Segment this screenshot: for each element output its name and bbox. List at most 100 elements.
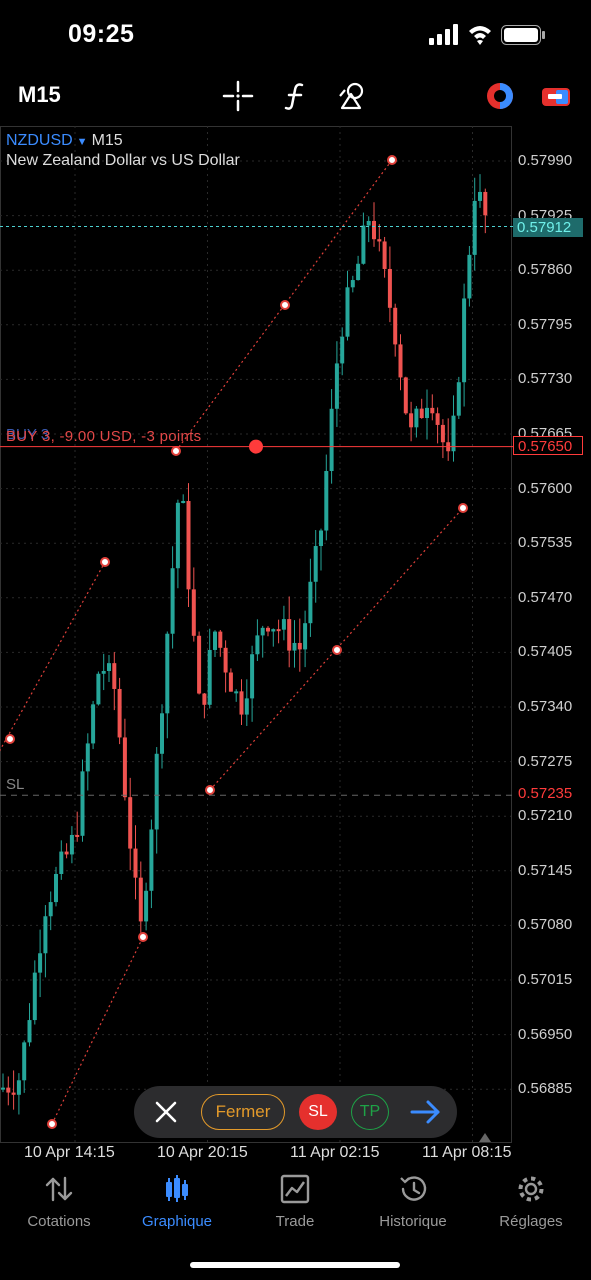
function-icon[interactable] [278, 78, 314, 114]
candle-body [414, 408, 419, 428]
candle-body [292, 642, 297, 651]
candle-body [393, 307, 398, 345]
candle-body [96, 673, 101, 705]
candle-body [144, 890, 149, 922]
position-price-label: 0.57650 [513, 436, 583, 455]
y-axis-label: 0.57860 [518, 261, 573, 279]
chart-canvas[interactable] [0, 126, 591, 1166]
status-bar: 09:25 [0, 0, 591, 70]
trade-icon [280, 1174, 310, 1204]
candle-body [128, 797, 133, 849]
candle-body [350, 280, 355, 288]
nav-label: Réglages [499, 1213, 563, 1230]
candle-body [340, 336, 345, 364]
x-axis-label: 11 Apr 08:15 [422, 1144, 512, 1161]
nav-item-trade[interactable]: Trade [236, 1174, 354, 1230]
home-indicator [190, 1262, 400, 1268]
candle-body [387, 268, 392, 308]
candle-body [239, 691, 244, 715]
battery-icon [501, 25, 545, 45]
symbol-header[interactable]: NZDUSD ▼ M15 [6, 132, 123, 150]
candle-body [59, 851, 64, 874]
candle-body [456, 382, 461, 416]
trend-anchor-point [332, 645, 342, 655]
timeframe-selector[interactable]: M15 [18, 82, 61, 108]
candle-body [175, 502, 180, 569]
candle-body [48, 902, 53, 917]
candle-body [16, 1080, 21, 1095]
candle-body [197, 635, 202, 694]
candle-body [133, 848, 138, 878]
candle-body [91, 704, 96, 744]
y-axis-label: 0.57795 [518, 315, 573, 333]
nav-label: Trade [275, 1213, 315, 1230]
candle-body [372, 220, 376, 240]
candle-body [440, 424, 445, 443]
y-axis-label: 0.57080 [518, 916, 573, 934]
candle-body [11, 1092, 16, 1095]
candle-body [281, 619, 286, 630]
candle-body [69, 834, 74, 855]
nav-label: Cotations [27, 1213, 91, 1230]
y-axis-label: 0.56885 [518, 1080, 573, 1098]
candle-body [101, 670, 106, 674]
take-profit-button[interactable]: TP [351, 1094, 389, 1130]
trend-anchor-point [458, 503, 468, 513]
candle-body [107, 663, 111, 671]
candle-body [117, 688, 122, 738]
bid-price-label: 0.57912 [513, 218, 583, 237]
candle-body [80, 771, 85, 836]
nav-item-historique[interactable]: Historique [354, 1174, 472, 1230]
candle-body [6, 1087, 11, 1093]
bottom-navigation: Cotations Graphique Trade Historique Rég… [0, 1166, 591, 1246]
y-axis-label: 0.57600 [518, 479, 573, 497]
trading-signals-icon[interactable] [482, 78, 518, 114]
close-icon[interactable] [148, 1094, 184, 1130]
candle-body [213, 631, 217, 650]
candle-body [319, 530, 323, 547]
candle-body [170, 568, 175, 634]
nav-item-cotations[interactable]: Cotations [0, 1174, 118, 1230]
nav-item-graphique[interactable]: Graphique [118, 1174, 236, 1230]
trend-anchor-point [280, 300, 290, 310]
scroll-end-marker [479, 1133, 491, 1142]
candle-body [64, 851, 69, 855]
objects-icon[interactable] [336, 78, 372, 114]
candle-body [366, 220, 371, 226]
candle-body [244, 698, 249, 715]
candle-body [329, 408, 334, 472]
signal-icon [429, 24, 458, 45]
candle-body [154, 753, 159, 830]
crosshair-icon[interactable] [220, 78, 256, 114]
symbol-description: New Zealand Dollar vs US Dollar [6, 152, 240, 169]
candle-body [271, 629, 276, 632]
candle-body [223, 647, 228, 673]
candle-body [122, 737, 127, 798]
settings-icon [518, 1176, 544, 1202]
candle-body [266, 627, 270, 632]
chart-frame [0, 126, 512, 1143]
candle-body [54, 873, 58, 903]
x-axis-label: 10 Apr 20:15 [157, 1144, 248, 1161]
candle-body [255, 635, 260, 655]
close-position-button[interactable]: Fermer [201, 1094, 285, 1130]
candle-body [334, 363, 339, 409]
stop-loss-button[interactable]: SL [299, 1094, 337, 1130]
position-info[interactable]: BUY 3, -9.00 USD, -3 points [6, 428, 201, 445]
candle-body [75, 834, 80, 837]
status-time: 09:25 [68, 20, 135, 48]
nav-item-reglages[interactable]: Réglages [472, 1174, 590, 1230]
arrow-right-icon[interactable] [406, 1094, 446, 1130]
symbol-name: NZDUSD [6, 132, 73, 149]
stop-loss-label[interactable]: SL [6, 776, 24, 793]
candle-body [425, 407, 429, 419]
candle-body [361, 225, 366, 264]
y-axis-label: 0.57340 [518, 698, 573, 715]
candle-body [165, 633, 170, 714]
trend-anchor-point [387, 155, 397, 165]
price-chart[interactable]: NZDUSD ▼ M15 New Zealand Dollar vs US Doll… [0, 126, 591, 1166]
one-click-icon[interactable] [538, 78, 574, 114]
y-axis-label: 0.57730 [518, 370, 573, 388]
wifi-icon [469, 26, 491, 45]
candle-body [462, 298, 467, 383]
